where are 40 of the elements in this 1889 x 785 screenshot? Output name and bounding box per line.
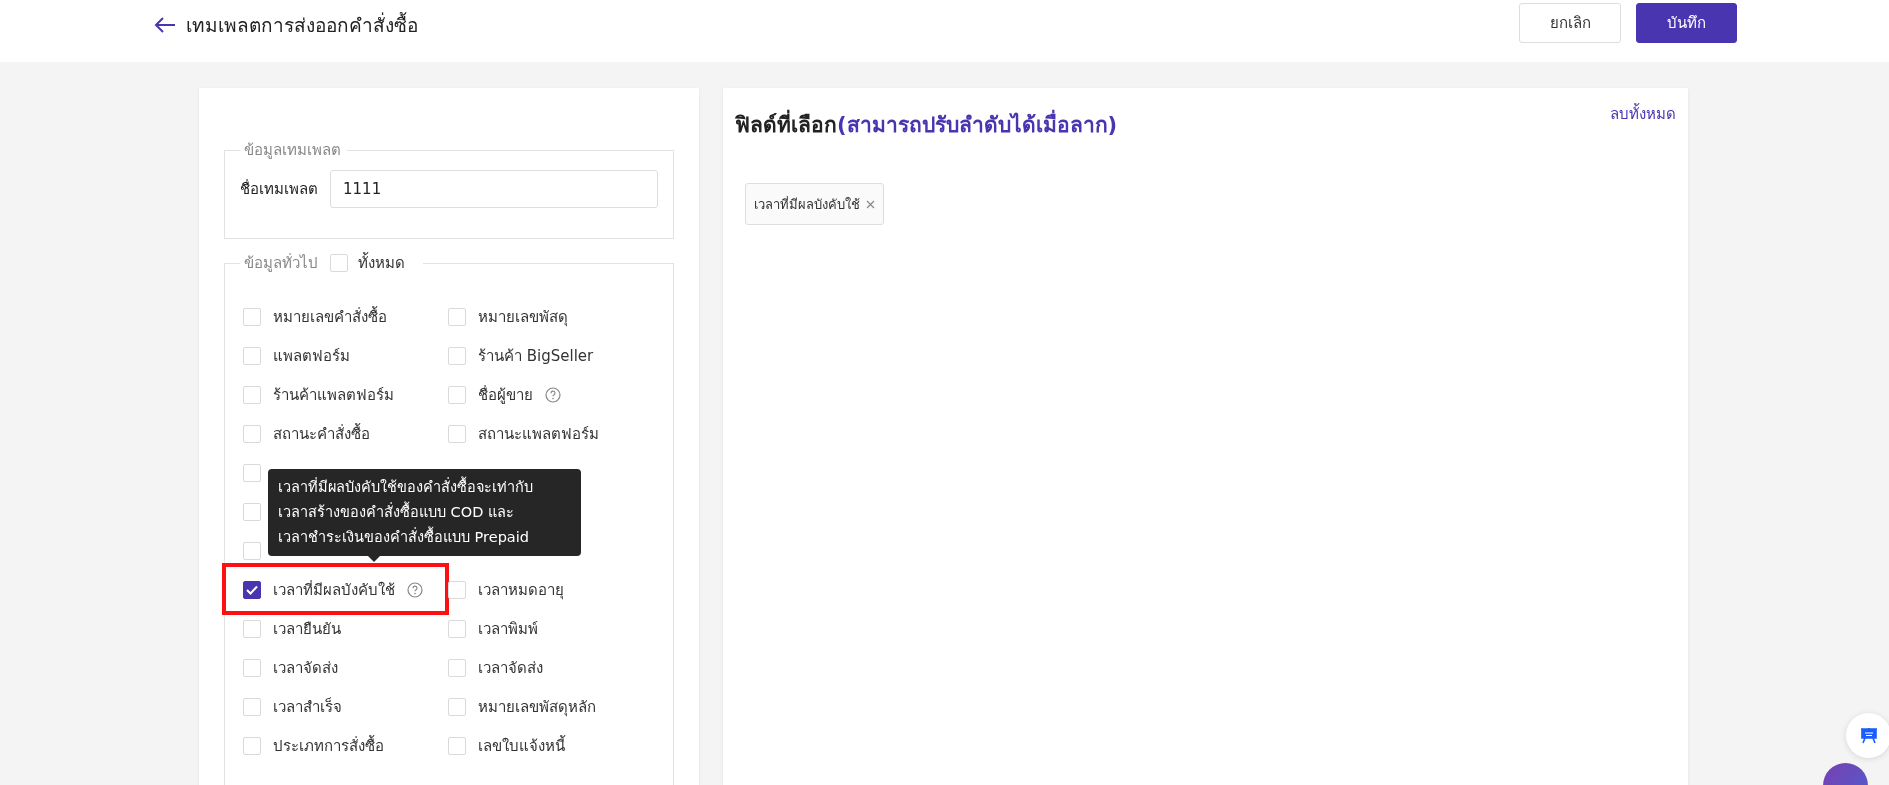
feedback-button[interactable] — [1846, 713, 1889, 758]
field-option-label: เวลาหมดอายุ — [478, 579, 564, 602]
checkbox[interactable] — [243, 580, 261, 599]
field-label: ชื่อเทมเพลต — [240, 178, 318, 200]
field-option-label: เวลาจัดส่ง — [478, 657, 543, 679]
field-option-label: สถานะแพลตฟอร์ม — [478, 423, 599, 445]
selected-field-tag[interactable]: เวลาที่มีผลบังคับใช้ — [745, 183, 884, 225]
help-icon[interactable] — [407, 581, 423, 598]
field-option-label: เลขใบแจ้งหนี้ — [478, 734, 565, 757]
help-icon[interactable] — [545, 386, 561, 403]
tag-label: เวลาที่มีผลบังคับใช้ — [754, 195, 860, 214]
field-option-label: หมายเลขคำสั่งซื้อ — [273, 305, 387, 328]
field-option-label: แพลตฟอร์ม — [273, 345, 350, 367]
group-legend: ข้อมูลทั่วไป — [244, 251, 318, 275]
tooltip-text: เวลาสร้างของคำสั่งซื้อแบบ COD และ — [278, 500, 571, 525]
select-all-label: ทั้งหมด — [358, 251, 405, 274]
back-arrow-icon[interactable] — [154, 16, 176, 34]
tooltip-text: เวลาชำระเงินของคำสั่งซื้อแบบ Prepaid — [278, 525, 571, 550]
group-legend: ข้อมูลเทมเพลต — [244, 138, 341, 162]
field-option-label: ร้านค้าแพลตฟอร์ม — [273, 384, 394, 406]
template-name-field[interactable]: 1111 — [330, 170, 658, 208]
cancel-button[interactable]: ยกเลิก — [1519, 3, 1621, 43]
field-option-label: หมายเลขพัสดุ — [478, 306, 568, 329]
field-option-label: เวลาพิมพ์ — [478, 618, 538, 640]
field-option-label: สถานะคำสั่งซื้อ — [273, 422, 370, 445]
board-icon — [1859, 726, 1878, 745]
clear-all-link[interactable]: ลบทั้งหมด — [1610, 102, 1676, 126]
field-option-label: ร้านค้า BigSeller — [478, 345, 594, 367]
close-icon[interactable] — [866, 199, 875, 209]
field-option-label: เวลาที่มีผลบังคับใช้ — [273, 579, 395, 601]
field-option-label: หมายเลขพัสดุหลัก — [478, 696, 596, 719]
field-option-label: ชื่อผู้ขาย — [478, 384, 533, 406]
tooltip-text: เวลาที่มีผลบังคับใช้ของคำสั่งซื้อจะเท่ากับ — [278, 475, 571, 500]
panel-title: ฟิลด์ที่เลือก(สามารถปรับลำดับได้เมื่อลาก) — [735, 102, 1118, 141]
field-option-label: เวลาสำเร็จ — [273, 696, 342, 718]
save-button[interactable]: บันทึก — [1636, 3, 1737, 43]
field-option-label: ประเภทการสั่งซื้อ — [273, 734, 384, 757]
page-title: เทมเพลตการส่งออกคำสั่งซื้อ — [186, 11, 419, 38]
field-option-label: เวลาจัดส่ง — [273, 657, 338, 679]
field-option-label: เวลายืนยัน — [273, 618, 341, 640]
